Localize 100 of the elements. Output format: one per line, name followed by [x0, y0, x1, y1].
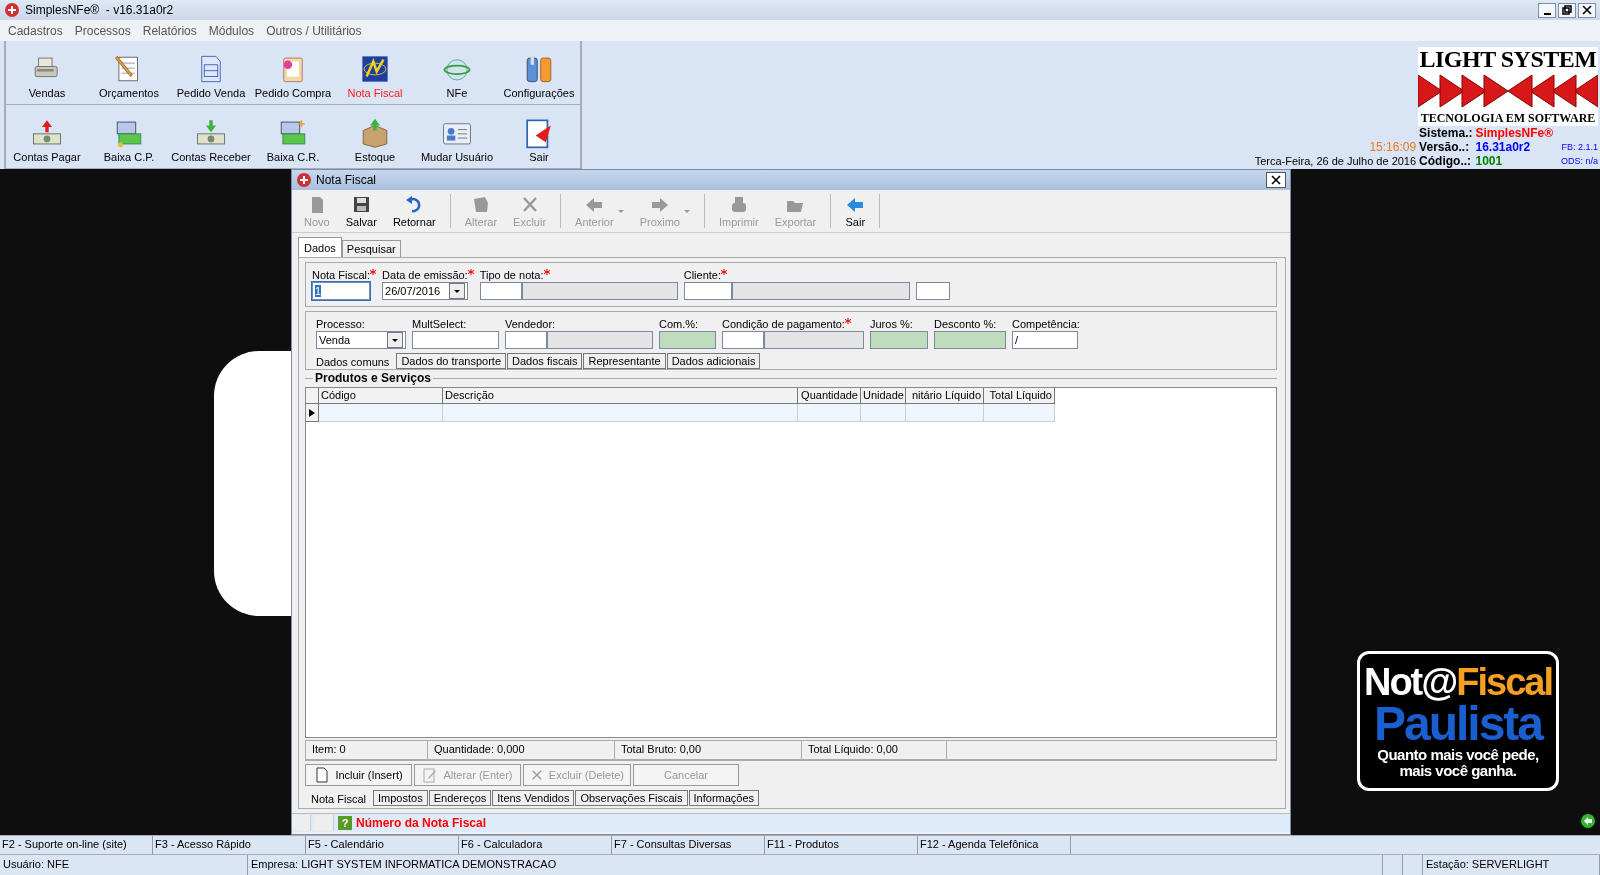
read-only-field	[870, 331, 928, 349]
toolbar-button[interactable]: Contas Receber	[170, 105, 252, 168]
required-icon	[543, 269, 550, 275]
menu-item[interactable]: Cadastros	[2, 23, 69, 38]
lookup-field[interactable]	[683, 282, 910, 300]
toolbar-button[interactable]: Baixa C.P.	[88, 105, 170, 168]
minimize-button[interactable]	[1538, 2, 1556, 18]
tab[interactable]: Dados do transporte	[396, 353, 507, 369]
tab[interactable]: Dados adicionais	[666, 353, 761, 369]
toolbar-button[interactable]: Configurações	[498, 41, 580, 104]
toolbar-button[interactable]: Vendas	[6, 41, 88, 104]
column-header[interactable]: Total Líquido	[984, 388, 1055, 404]
column-header[interactable]: Quantidade	[798, 388, 861, 404]
arrow-circle-icon	[1580, 813, 1596, 829]
status-field: Estação: SERVERLIGHT	[1423, 855, 1600, 875]
info-value: 1001	[1475, 154, 1504, 168]
field-label: Tipo de nota:	[479, 269, 544, 281]
required-icon	[370, 269, 377, 275]
caret-icon	[683, 209, 690, 213]
toolbar-button[interactable]: Estoque	[334, 105, 416, 168]
field-label: Nota Fiscal:	[312, 269, 371, 281]
text-field[interactable]	[915, 282, 950, 300]
floppy-icon	[351, 194, 372, 215]
toolbar-button[interactable]: Retornar	[384, 192, 444, 230]
minimize-icon	[1543, 12, 1551, 15]
table-cell[interactable]	[906, 404, 984, 422]
field-label: Com.%:	[659, 318, 699, 330]
required-icon	[721, 269, 727, 275]
tab[interactable]: Observações Fiscais	[575, 790, 688, 806]
menu-item[interactable]: Outros / Utilitários	[260, 23, 368, 38]
restore-button[interactable]	[1558, 2, 1576, 18]
summary-field: Total Bruto: 0,00	[615, 741, 802, 759]
dropdown-field[interactable]: Venda	[316, 331, 406, 349]
lookup-field[interactable]	[505, 331, 653, 349]
column-header[interactable]: Descrição	[443, 388, 798, 404]
column-header[interactable]: Unidade	[861, 388, 906, 404]
window-title: SimplesNFe® - v16.31a0r2	[25, 3, 174, 17]
text-field[interactable]: 1	[312, 282, 370, 300]
tab[interactable]: Dados	[298, 237, 342, 257]
menu-item[interactable]: Módulos	[202, 23, 261, 38]
dropdown-button[interactable]	[449, 283, 466, 299]
table-cell[interactable]	[984, 404, 1055, 422]
tab[interactable]: Informações	[688, 790, 760, 806]
field-label: Condição de pagamento:	[722, 318, 845, 330]
read-only-field	[659, 331, 716, 349]
row-pointer-icon	[308, 407, 316, 418]
tab[interactable]: Itens Vendidos	[492, 790, 575, 806]
field-label: Vendedor:	[505, 318, 556, 330]
column-header[interactable]: nitário Líquido	[906, 388, 984, 404]
table-cell[interactable]	[861, 404, 906, 422]
toolbar-button[interactable]: Salvar	[337, 192, 385, 230]
tab[interactable]: Representante	[583, 353, 666, 369]
close-button[interactable]	[1266, 172, 1286, 188]
info-label: Sistema.:	[1419, 126, 1473, 140]
caret-icon	[617, 209, 624, 213]
lookup-field[interactable]	[722, 331, 864, 349]
slogan-text: mais você ganha.	[1399, 763, 1517, 779]
lookup-field[interactable]	[479, 282, 678, 300]
table-cell[interactable]	[319, 404, 443, 422]
text-field[interactable]: /	[1012, 331, 1078, 349]
tab[interactable]: Dados fiscais	[507, 353, 583, 369]
field-label: Juros %:	[870, 318, 913, 330]
toolbar-button[interactable]: Sair	[837, 192, 874, 230]
close-button[interactable]	[1578, 2, 1596, 18]
toolbar-button[interactable]: Contas Pagar	[6, 105, 88, 168]
section-title: Produtos e Serviços	[313, 371, 434, 385]
app-logo-icon	[296, 172, 312, 188]
tab[interactable]: Endereços	[428, 790, 492, 806]
action-button[interactable]: Incluir (Insert)	[305, 764, 412, 786]
column-header[interactable]: Código	[319, 388, 443, 404]
toolbar-button[interactable]: Mudar Usuário	[416, 105, 498, 168]
text-field[interactable]	[412, 331, 499, 349]
logo-text: Not@Fiscal	[1363, 663, 1553, 701]
toolbar-button[interactable]: Sair	[498, 105, 580, 168]
menu-item[interactable]: Relatórios	[136, 23, 203, 38]
field-label: Processo:	[316, 318, 365, 330]
read-only-field	[934, 331, 1006, 349]
table-cell[interactable]	[798, 404, 861, 422]
date-field[interactable]: 26/07/2016	[382, 282, 469, 300]
brand-tagline: TECNOLOGIA EM SOFTWARE	[1420, 111, 1596, 126]
close-icon	[530, 767, 544, 783]
logo-text: Paulista	[1373, 701, 1543, 747]
toolbar-button[interactable]: Pedido Compra	[252, 41, 334, 104]
status-field: Empresa: LIGHT SYSTEM INFORMATICA DEMONSTRACAO	[248, 855, 1383, 875]
table-cell[interactable]	[443, 404, 798, 422]
status-panel	[315, 815, 334, 831]
required-icon	[844, 318, 851, 324]
toolbar-button[interactable]: Orçamentos	[88, 41, 170, 104]
menu-item[interactable]: Processos	[68, 23, 137, 38]
help-icon: ?	[338, 816, 352, 830]
restore-icon	[1562, 5, 1572, 15]
tab[interactable]: Pesquisar	[341, 240, 401, 257]
toolbar-button[interactable]: Pedido Venda	[170, 41, 252, 104]
edit-icon	[422, 767, 439, 783]
toolbar-button[interactable]: NFe	[416, 41, 498, 104]
close-icon	[1270, 174, 1282, 186]
tab[interactable]: Impostos	[373, 790, 428, 806]
caret-icon	[391, 337, 399, 343]
info-value: ODS: n/a	[1560, 155, 1598, 168]
toolbar-button[interactable]: Baixa C.R.	[252, 105, 334, 168]
